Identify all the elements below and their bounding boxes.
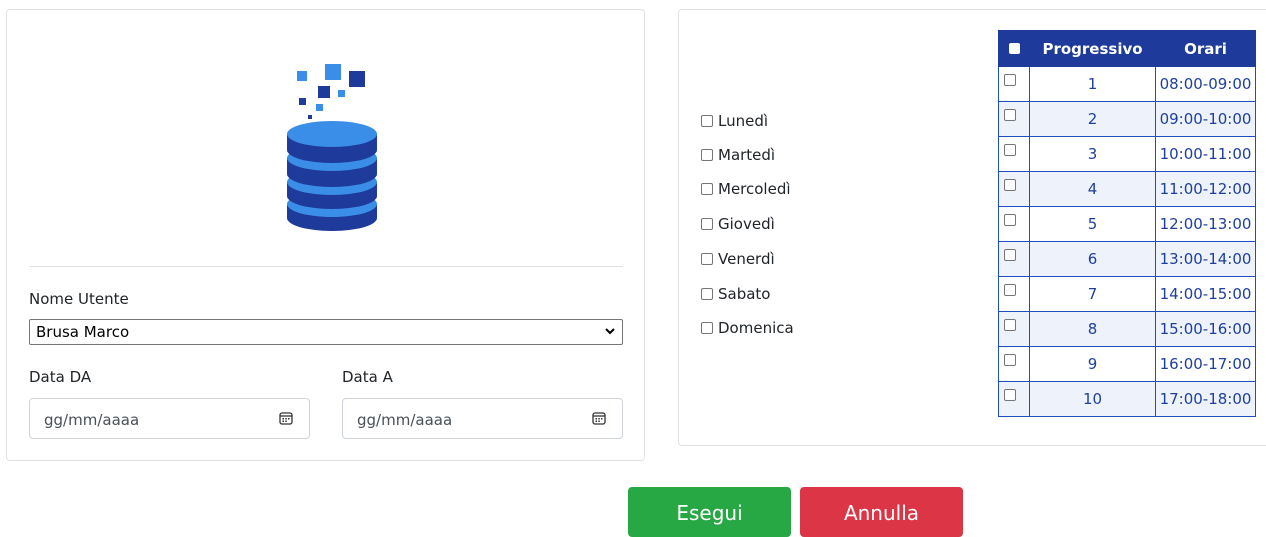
user-label: Nome Utente — [29, 290, 129, 308]
row-select-cell — [998, 171, 1030, 207]
table-row[interactable]: 10 17:00-18:00 — [998, 381, 1256, 417]
date-to-placeholder: gg/mm/aaaa — [357, 411, 453, 429]
table-row[interactable]: 3 10:00-11:00 — [998, 136, 1256, 172]
table-row[interactable]: 4 11:00-12:00 — [998, 171, 1256, 207]
row-time: 14:00-15:00 — [1155, 276, 1256, 312]
day-label: Domenica — [718, 319, 794, 337]
day-option-friday[interactable]: Venerdì — [701, 250, 775, 268]
day-checkbox[interactable] — [701, 218, 713, 230]
day-checkbox[interactable] — [701, 253, 713, 265]
day-checkbox[interactable] — [701, 322, 713, 334]
day-label: Giovedì — [718, 215, 775, 233]
row-number: 4 — [1029, 171, 1156, 207]
row-checkbox[interactable] — [1004, 144, 1016, 156]
day-checkbox[interactable] — [701, 115, 713, 127]
day-label: Sabato — [718, 285, 771, 303]
row-number: 7 — [1029, 276, 1156, 312]
row-select-cell — [998, 136, 1030, 172]
row-number: 3 — [1029, 136, 1156, 172]
cancel-button[interactable]: Annulla — [800, 487, 963, 537]
day-label: Lunedì — [718, 112, 769, 130]
row-time: 13:00-14:00 — [1155, 241, 1256, 277]
divider — [29, 266, 623, 267]
day-option-sunday[interactable]: Domenica — [701, 319, 794, 337]
date-to-label: Data A — [342, 368, 393, 386]
row-checkbox[interactable] — [1004, 284, 1016, 296]
run-button[interactable]: Esegui — [628, 487, 791, 537]
row-select-cell — [998, 206, 1030, 242]
row-number: 8 — [1029, 311, 1156, 347]
row-checkbox[interactable] — [1004, 214, 1016, 226]
day-label: Mercoledì — [718, 180, 791, 198]
date-to-input[interactable]: gg/mm/aaaa — [342, 398, 623, 439]
time-slots-table: Progressivo Orari 1 08:00-09:00 2 09:00-… — [998, 30, 1256, 417]
row-select-cell — [998, 346, 1030, 382]
row-time: 08:00-09:00 — [1155, 66, 1256, 102]
day-option-wednesday[interactable]: Mercoledì — [701, 180, 791, 198]
day-option-saturday[interactable]: Sabato — [701, 285, 771, 303]
progressive-header: Progressivo — [1029, 30, 1156, 67]
row-checkbox[interactable] — [1004, 319, 1016, 331]
row-time: 17:00-18:00 — [1155, 381, 1256, 417]
select-all-checkbox[interactable] — [1008, 42, 1020, 54]
row-number: 2 — [1029, 101, 1156, 137]
user-select-value: Brusa Marco — [36, 323, 130, 341]
select-all-header — [998, 30, 1030, 67]
day-label: Venerdì — [718, 250, 775, 268]
row-number: 9 — [1029, 346, 1156, 382]
database-icon — [287, 64, 377, 231]
table-header-row: Progressivo Orari — [998, 30, 1256, 67]
day-option-monday[interactable]: Lunedì — [701, 112, 768, 130]
row-number: 10 — [1029, 381, 1156, 417]
row-checkbox[interactable] — [1004, 249, 1016, 261]
row-number: 6 — [1029, 241, 1156, 277]
row-select-cell — [998, 381, 1030, 417]
row-time: 15:00-16:00 — [1155, 311, 1256, 347]
row-checkbox[interactable] — [1004, 109, 1016, 121]
row-time: 10:00-11:00 — [1155, 136, 1256, 172]
table-row[interactable]: 2 09:00-10:00 — [998, 101, 1256, 137]
calendar-icon[interactable] — [592, 411, 606, 425]
row-select-cell — [998, 66, 1030, 102]
day-checkbox[interactable] — [701, 288, 713, 300]
row-select-cell — [998, 311, 1030, 347]
time-header: Orari — [1155, 30, 1256, 67]
table-row[interactable]: 8 15:00-16:00 — [998, 311, 1256, 347]
row-time: 12:00-13:00 — [1155, 206, 1256, 242]
row-select-cell — [998, 276, 1030, 312]
filter-card: Nome Utente Brusa Marco Data DA Data A g… — [6, 9, 645, 461]
table-row[interactable]: 9 16:00-17:00 — [998, 346, 1256, 382]
row-select-cell — [998, 101, 1030, 137]
row-number: 1 — [1029, 66, 1156, 102]
row-checkbox[interactable] — [1004, 74, 1016, 86]
row-checkbox[interactable] — [1004, 389, 1016, 401]
day-option-tuesday[interactable]: Martedì — [701, 146, 775, 164]
day-checkbox[interactable] — [701, 183, 713, 195]
table-row[interactable]: 1 08:00-09:00 — [998, 66, 1256, 102]
row-time: 16:00-17:00 — [1155, 346, 1256, 382]
row-number: 5 — [1029, 206, 1156, 242]
calendar-icon[interactable] — [279, 411, 293, 425]
day-checkbox[interactable] — [701, 149, 713, 161]
row-checkbox[interactable] — [1004, 354, 1016, 366]
table-row[interactable]: 7 14:00-15:00 — [998, 276, 1256, 312]
day-option-thursday[interactable]: Giovedì — [701, 215, 775, 233]
row-time: 11:00-12:00 — [1155, 171, 1256, 207]
user-select[interactable]: Brusa Marco — [29, 319, 623, 345]
date-from-placeholder: gg/mm/aaaa — [44, 411, 140, 429]
date-from-input[interactable]: gg/mm/aaaa — [29, 398, 310, 439]
date-from-label: Data DA — [29, 368, 92, 386]
day-label: Martedì — [718, 146, 776, 164]
chevron-down-icon — [605, 328, 615, 335]
row-select-cell — [998, 241, 1030, 277]
row-checkbox[interactable] — [1004, 179, 1016, 191]
row-time: 09:00-10:00 — [1155, 101, 1256, 137]
table-row[interactable]: 5 12:00-13:00 — [998, 206, 1256, 242]
table-row[interactable]: 6 13:00-14:00 — [998, 241, 1256, 277]
